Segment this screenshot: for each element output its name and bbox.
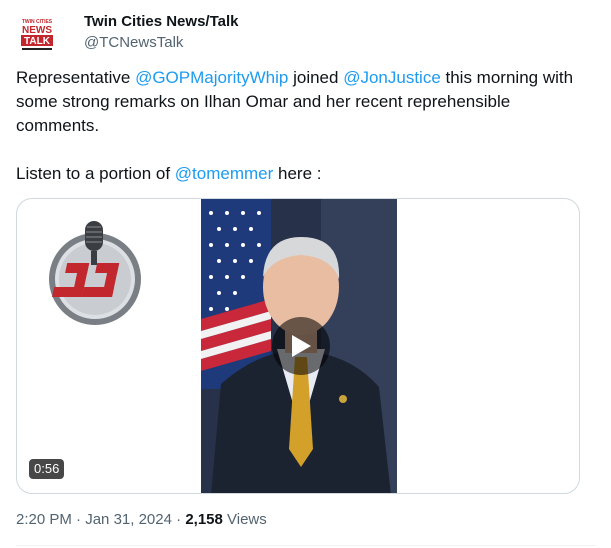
tweet-text-segment: Listen to a portion of bbox=[16, 164, 175, 183]
meta-separator: · bbox=[171, 511, 186, 528]
tweet-time[interactable]: 2:20 PM bbox=[16, 511, 72, 528]
author-handle[interactable]: @TCNewsTalk bbox=[84, 33, 183, 53]
divider bbox=[16, 545, 596, 546]
mention-gopmajoritywhip[interactable]: @GOPMajorityWhip bbox=[135, 68, 288, 87]
tweet-text: Representative @GOPMajorityWhip joined @… bbox=[16, 66, 586, 186]
microphone-logo-icon bbox=[39, 217, 151, 329]
logo-text-3: TALK bbox=[24, 36, 51, 47]
tweet-paragraph-2: Listen to a portion of @tomemmer here : bbox=[16, 162, 586, 186]
tweet-text-segment: here : bbox=[273, 164, 322, 183]
tweet-paragraph-1: Representative @GOPMajorityWhip joined @… bbox=[16, 66, 586, 138]
tweet-card: TWIN CITIES NEWS TALK Twin Cities News/T… bbox=[0, 0, 611, 548]
video-duration: 0:56 bbox=[29, 459, 65, 479]
tweet-meta: 2:20 PM · Jan 31, 2024 · 2,158 Views bbox=[16, 510, 267, 530]
mention-jonjustice[interactable]: @JonJustice bbox=[343, 68, 441, 87]
meta-separator: · bbox=[71, 511, 86, 528]
tweet-date[interactable]: Jan 31, 2024 bbox=[85, 511, 172, 528]
views-count: 2,158 bbox=[185, 511, 223, 528]
tweet-header: TWIN CITIES NEWS TALK Twin Cities News/T… bbox=[16, 10, 576, 54]
logo-text-2: NEWS bbox=[22, 25, 52, 36]
tweet-text-segment: Representative bbox=[16, 68, 136, 87]
mention-tomemmer[interactable]: @tomemmer bbox=[175, 164, 274, 183]
author-display-name[interactable]: Twin Cities News/Talk bbox=[84, 12, 238, 32]
views-label: Views bbox=[222, 511, 267, 528]
twin-cities-news-talk-logo-icon: TWIN CITIES NEWS TALK bbox=[20, 16, 54, 52]
tweet-text-segment: joined bbox=[288, 68, 344, 87]
video-player[interactable]: 0:56 bbox=[16, 198, 580, 494]
play-button[interactable] bbox=[272, 317, 330, 375]
avatar[interactable]: TWIN CITIES NEWS TALK bbox=[20, 16, 54, 52]
play-icon bbox=[292, 335, 311, 357]
